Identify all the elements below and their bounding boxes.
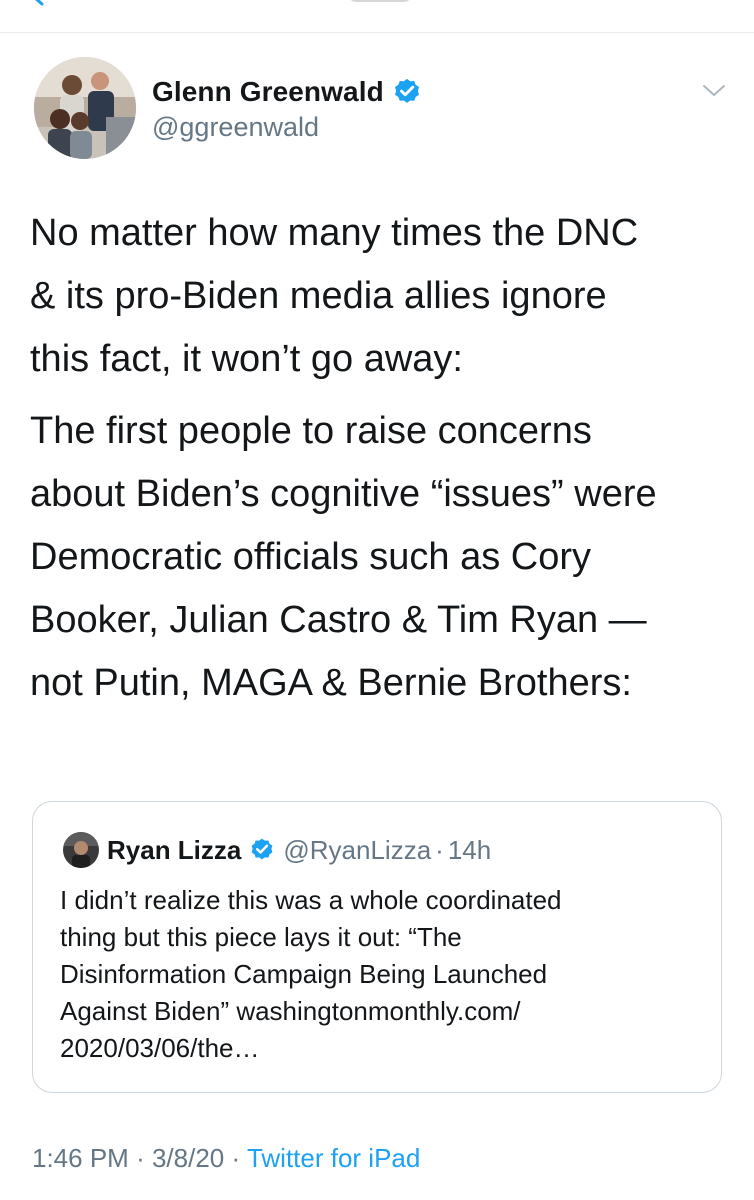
nav-title-fragment [350,0,410,2]
quoted-author-handle: @RyanLizza [283,834,432,865]
quoted-tweet-age: 14h [447,834,492,865]
separator-dot: · [231,1143,241,1173]
tweet-text: No matter how many times the DNC & its p… [30,202,730,715]
author-handle[interactable]: @ggreenwald [152,112,319,143]
author-row: Glenn Greenwald [152,76,422,108]
tweet-text-line: Democratic officials such as Cory [30,536,592,578]
top-navigation-bar [0,0,754,33]
verified-badge-icon [394,78,419,103]
quoted-text-line: 2020/03/06/the… [60,1033,260,1063]
tweet-text-line: The first people to raise concerns [30,410,592,452]
quoted-author-avatar [63,832,99,868]
back-arrow-icon[interactable] [28,0,50,8]
tweet-text-line: & its pro-Biden media allies ignore [30,275,607,317]
avatar[interactable] [34,57,136,159]
verified-badge-icon [251,838,273,860]
separator-dot: · [136,1143,145,1173]
quoted-tweet-text: I didn’t realize this was a whole coordi… [60,882,710,1067]
chevron-down-icon[interactable] [700,80,728,100]
quoted-author-display-name: Ryan Lizza [107,834,242,865]
tweet-text-line: about Biden’s cognitive “issues” were [30,473,657,515]
tweet-date: 3/8/20 [151,1143,225,1173]
tweet-metadata: 1:46 PM · 3/8/20 · Twitter for iPad [32,1143,420,1174]
tweet-source-link[interactable]: Twitter for iPad [247,1143,420,1173]
quoted-text-line: I didn’t realize this was a whole coordi… [60,885,562,915]
separator-dot: · [435,834,444,865]
tweet-text-line: Booker, Julian Castro & Tim Ryan — [30,599,647,641]
tweet-text-line: No matter how many times the DNC [30,212,639,254]
quoted-tweet-header: Ryan Lizza @RyanLizza · 14h [63,832,491,868]
tweet-text-line: this fact, it won’t go away: [30,338,463,380]
author-display-name[interactable]: Glenn Greenwald [152,76,384,108]
tweet-text-line: not Putin, MAGA & Bernie Brothers: [30,662,632,704]
quoted-text-line: Disinformation Campaign Being Launched [60,959,548,989]
tweet-header: Glenn Greenwald @ggreenwald [0,32,754,172]
quoted-text-line: thing but this piece lays it out: “The [60,922,462,952]
quoted-tweet-card[interactable]: Ryan Lizza @RyanLizza · 14h I didn’t rea… [32,801,722,1093]
quoted-text-line: Against Biden” washingtonmonthly.com/ [60,996,521,1026]
tweet-time: 1:46 PM [32,1143,129,1173]
